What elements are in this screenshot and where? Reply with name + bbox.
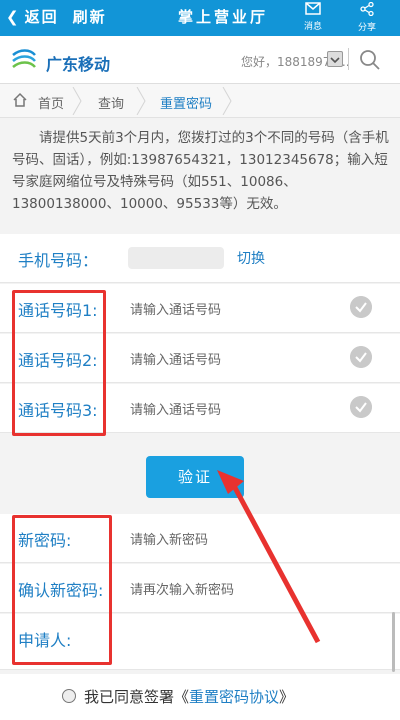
agreement-text: 我已同意签署《重置密码协议》: [84, 686, 294, 707]
agree-radio[interactable]: [62, 689, 76, 703]
annotation-box-call-numbers: [12, 290, 106, 436]
agreement-row: 我已同意签署《重置密码协议》: [0, 674, 400, 720]
check-circle-icon: [350, 296, 372, 318]
new-password-input[interactable]: 请输入新密码: [130, 529, 208, 548]
page: ❮ 返回 刷新 掌上营业厅 消息 分享 广东移动 您好，18818979...: [0, 0, 400, 720]
call-number-1-input[interactable]: 请输入通话号码: [130, 299, 221, 318]
messages-label: 消息: [303, 22, 322, 32]
breadcrumb-separator-icon: [136, 87, 146, 115]
refresh-button[interactable]: 刷新: [73, 6, 107, 27]
switch-link[interactable]: 切换: [237, 248, 265, 268]
instruction-notice: 请提供5天前3个月内，您拨打过的3个不同的号码（含手机号码、固话），例如:139…: [12, 127, 390, 215]
breadcrumb-home[interactable]: 首页: [38, 93, 64, 112]
call-number-3-input[interactable]: 请输入通话号码: [130, 399, 221, 418]
top-nav: ❮ 返回 刷新: [6, 6, 107, 27]
share-icon: [360, 1, 374, 17]
chevron-down-icon: [330, 57, 340, 64]
account-dropdown[interactable]: [327, 51, 343, 67]
instruction-text: 请提供5天前3个月内，您拨打过的3个不同的号码（含手机号码、固话），例如:139…: [12, 130, 389, 212]
back-arrow-icon[interactable]: ❮: [6, 8, 21, 26]
check-circle-icon: [350, 396, 372, 418]
top-app-bar: ❮ 返回 刷新 掌上营业厅 消息 分享: [0, 0, 400, 36]
breadcrumb-current: 重置密码: [160, 97, 213, 112]
app-title: 掌上营业厅: [178, 8, 269, 26]
confirm-password-input[interactable]: 请再次输入新密码: [130, 579, 234, 598]
china-mobile-logo-icon: [12, 49, 36, 68]
share-button[interactable]: 分享: [349, 1, 385, 34]
verify-button[interactable]: 验证: [146, 456, 244, 498]
agreement-suffix: 》: [279, 688, 295, 706]
search-icon[interactable]: [358, 48, 382, 72]
header-divider: [348, 48, 349, 70]
breadcrumb-query[interactable]: 查询: [98, 93, 124, 112]
messages-button[interactable]: 消息: [295, 2, 331, 34]
phone-row: 手机号码： 切换: [0, 234, 400, 283]
breadcrumb-separator-icon: [222, 87, 232, 115]
brand-name: 广东移动: [46, 55, 111, 74]
site-header: 广东移动 您好，18818979...: [0, 36, 400, 84]
call-number-2-input[interactable]: 请输入通话号码: [130, 349, 221, 368]
agreement-prefix: 我已同意签署《: [84, 688, 190, 706]
annotation-box-password-fields: [12, 515, 112, 665]
check-circle-icon: [350, 346, 372, 368]
verify-area: 验证: [0, 434, 400, 514]
share-label: 分享: [357, 23, 376, 33]
breadcrumb: 首页 查询 重置密码: [0, 84, 400, 118]
scrollbar[interactable]: [392, 612, 395, 672]
breadcrumb-separator-icon: [72, 87, 82, 115]
envelope-icon: [305, 2, 321, 15]
masked-phone-number: [128, 247, 224, 269]
phone-label: 手机号码：: [18, 251, 99, 270]
agreement-link[interactable]: 重置密码协议: [189, 688, 279, 706]
home-icon[interactable]: [12, 92, 28, 108]
back-button[interactable]: 返回: [25, 6, 59, 27]
